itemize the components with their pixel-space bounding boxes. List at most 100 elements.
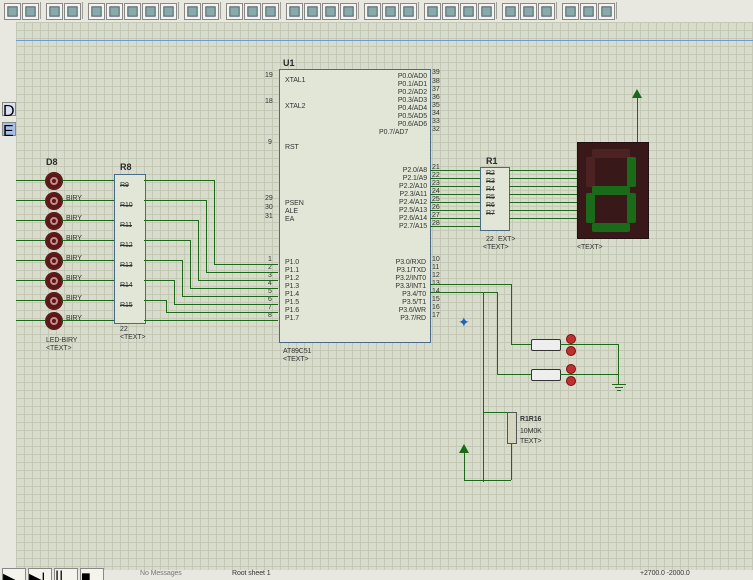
add-sheet-icon[interactable] [502, 3, 519, 20]
push-button-2[interactable] [531, 369, 561, 381]
copy-icon[interactable] [244, 3, 261, 20]
wire [509, 202, 577, 203]
check-icon[interactable] [520, 3, 537, 20]
play-button[interactable]: ▶ [2, 568, 26, 580]
button-actuator-2-icon[interactable] [566, 364, 576, 374]
wire [174, 280, 175, 304]
led-d8[interactable] [45, 312, 63, 330]
led-d5[interactable] [45, 252, 63, 270]
pin-p01: P0.1/AD1 [379, 81, 427, 88]
redo-icon[interactable] [202, 3, 219, 20]
wire [144, 180, 214, 181]
status-msg: No Messages [140, 570, 182, 577]
r16-text: TEXT> [520, 438, 541, 445]
tools-icon[interactable] [460, 3, 477, 20]
search-icon[interactable] [364, 3, 381, 20]
align-icon[interactable] [286, 3, 303, 20]
wire [483, 480, 511, 481]
refresh-icon[interactable] [400, 3, 417, 20]
run-script-icon[interactable] [478, 3, 495, 20]
led-d4[interactable] [45, 232, 63, 250]
led-d6[interactable] [45, 272, 63, 290]
arc-icon[interactable] [382, 3, 399, 20]
wire [430, 210, 480, 211]
pinnum-32: 32 [432, 126, 440, 133]
wire [618, 344, 619, 384]
pin-p16: P1.6 [285, 307, 299, 314]
pin-p04: P0.4/AD4 [379, 105, 427, 112]
wire [511, 284, 512, 344]
design-explorer-icon[interactable] [424, 3, 441, 20]
wire [430, 292, 498, 293]
pin-xtal2: XTAL2 [285, 103, 305, 110]
export-icon[interactable] [562, 3, 579, 20]
button-actuator-2b-icon[interactable] [566, 376, 576, 386]
wire [62, 240, 114, 241]
rpack-ext: EXT> [498, 236, 515, 243]
pin-p25: P2.5/A13 [379, 207, 427, 214]
wire [16, 260, 45, 261]
open-icon[interactable] [22, 3, 39, 20]
schematic-canvas[interactable]: U1 AT89C51 <TEXT> XTAL1 19 XTAL2 18 RST … [16, 22, 753, 572]
pin-rst: RST [285, 144, 299, 151]
wire [430, 218, 480, 219]
wire [144, 240, 190, 241]
pinnum-35: 35 [432, 102, 440, 109]
layer-icon[interactable] [340, 3, 357, 20]
rpack-text: <TEXT> [483, 244, 508, 251]
wire [62, 180, 114, 181]
led-d3[interactable] [45, 212, 63, 230]
pin-p02: P0.2/AD2 [379, 89, 427, 96]
led-d2[interactable] [45, 192, 63, 210]
wire [430, 170, 480, 171]
pause-button[interactable]: || [54, 568, 78, 580]
pinnum-2: 2 [268, 264, 272, 271]
pinnum-30: 30 [265, 204, 273, 211]
grid-toggle-icon[interactable] [46, 3, 63, 20]
wire [464, 453, 465, 480]
stop-button[interactable]: ■ [80, 568, 104, 580]
resistor-pack-right[interactable] [480, 167, 510, 231]
import-icon[interactable] [580, 3, 597, 20]
rpack-r5: R5 [486, 194, 495, 201]
pin-p36: P3.6/WR [374, 307, 426, 314]
side-tab-d[interactable]: D [2, 102, 16, 116]
step-button[interactable]: ▶| [28, 568, 52, 580]
new-file-icon[interactable] [4, 3, 21, 20]
rpack-r4: R4 [486, 186, 495, 193]
ares-icon[interactable] [598, 3, 615, 20]
pan-icon[interactable] [88, 3, 105, 20]
wire [198, 220, 199, 280]
wire [62, 300, 114, 301]
status-sheet: Root sheet 1 [232, 570, 271, 577]
push-button-1[interactable] [531, 339, 561, 351]
res-r9: R9 [120, 182, 129, 189]
zoom-in-icon[interactable] [106, 3, 123, 20]
button-actuator-1b-icon[interactable] [566, 346, 576, 356]
group-icon[interactable] [304, 3, 321, 20]
wire [62, 280, 114, 281]
wire [560, 344, 618, 345]
center-icon[interactable] [64, 3, 81, 20]
netlist-icon[interactable] [538, 3, 555, 20]
zoom-out-icon[interactable] [124, 3, 141, 20]
button-actuator-1-icon[interactable] [566, 334, 576, 344]
zoom-fit-icon[interactable] [142, 3, 159, 20]
ungroup-icon[interactable] [322, 3, 339, 20]
r16-val: 10M0K [520, 428, 542, 435]
rpack-r3: R3 [486, 178, 495, 185]
led-d7[interactable] [45, 292, 63, 310]
pin-p37: P3.7/RD [374, 315, 426, 322]
find-icon[interactable] [442, 3, 459, 20]
wire [206, 272, 278, 273]
side-tab-e[interactable]: E [2, 122, 16, 136]
paste-icon[interactable] [262, 3, 279, 20]
pinnum-39: 39 [432, 69, 440, 76]
undo-icon[interactable] [184, 3, 201, 20]
led-d1[interactable] [45, 172, 63, 190]
zoom-area-icon[interactable] [160, 3, 177, 20]
resistor-r16[interactable] [507, 412, 517, 444]
cut-icon[interactable] [226, 3, 243, 20]
seven-segment-display[interactable] [577, 142, 649, 239]
wire [144, 280, 174, 281]
